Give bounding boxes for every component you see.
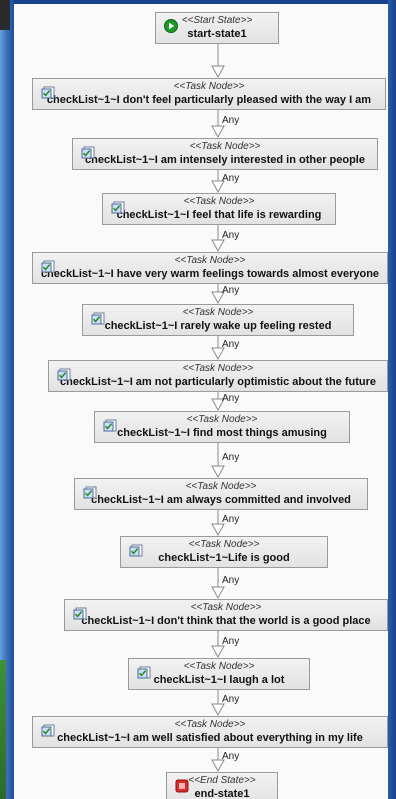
task-stereotype: <<Task Node>> [188,539,260,550]
task-checklist-icon [103,419,117,432]
task-node[interactable]: <<Task Node>> checkList~1~I have very war… [32,252,388,284]
task-node-name: checkList~1~I am always committed and in… [91,494,351,506]
transition-label: Any [222,575,240,586]
task-node-name: checkList~1~I don't think that the world… [81,615,371,627]
task-node-name: checkList~1~I am not particularly optimi… [59,376,376,388]
task-node[interactable]: <<Task Node>> checkList~1~Life is good [120,536,328,568]
task-stereotype: <<Task Node>> [182,307,254,318]
diagram-canvas[interactable]: <<Start State>> start-state1 <<Task Node… [14,4,388,799]
task-node-name: checkList~1~I find most things amusing [117,427,327,439]
task-checklist-icon [137,666,151,679]
task-stereotype: <<Task Node>> [182,363,254,374]
task-node[interactable]: <<Task Node>> checkList~1~I don't feel pa… [32,78,386,110]
transition-label: Any [222,393,240,404]
transition-arrowhead [211,465,225,479]
task-node-name: checkList~1~I am intensely interested in… [85,154,365,166]
transition-arrowhead [211,586,225,600]
task-checklist-icon [81,146,95,159]
task-stereotype: <<Task Node>> [183,661,255,672]
end-stop-icon [175,779,189,793]
transition-arrowhead [211,125,225,139]
task-checklist-icon [129,544,143,557]
transition-label: Any [222,285,240,296]
task-node-name: checkList~1~I don't feel particularly pl… [46,94,372,106]
transition-label: Any [222,173,240,184]
task-checklist-icon [73,607,87,620]
task-node-name: checkList~1~Life is good [158,552,290,564]
task-checklist-icon [111,201,125,214]
task-stereotype: <<Task Node>> [173,81,245,92]
task-checklist-icon [41,260,55,273]
window-frame-right [388,0,396,799]
transition-label: Any [222,751,240,762]
transition-arrowhead [211,65,225,79]
task-node[interactable]: <<Task Node>> checkList~1~I feel that lif… [102,193,336,225]
task-node[interactable]: <<Task Node>> checkList~1~I am always com… [74,478,368,510]
task-node[interactable]: <<Task Node>> checkList~1~I am intensely … [72,138,378,170]
transition-label: Any [222,339,240,350]
frame-green-strip [0,660,6,799]
task-node-name: checkList~1~I have very warm feelings to… [40,268,380,280]
task-checklist-icon [83,486,97,499]
task-stereotype: <<Task Node>> [183,196,255,207]
end-state-node[interactable]: <<End State>> end-state1 [166,772,278,799]
frame-dark-corner [0,0,10,30]
task-node[interactable]: <<Task Node>> checkList~1~I rarely wake u… [82,304,354,336]
task-node[interactable]: <<Task Node>> checkList~1~I find most thi… [94,411,350,443]
task-stereotype: <<Task Node>> [174,719,246,730]
transition-label: Any [222,636,240,647]
transition-label: Any [222,230,240,241]
task-stereotype: <<Task Node>> [189,141,261,152]
task-stereotype: <<Task Node>> [186,414,258,425]
transition-label: Any [222,694,240,705]
task-stereotype: <<Task Node>> [190,602,262,613]
transition-label: Any [222,452,240,463]
task-node[interactable]: <<Task Node>> checkList~1~I am well satis… [32,716,388,748]
start-state-node[interactable]: <<Start State>> start-state1 [155,12,279,44]
task-checklist-icon [41,724,55,737]
task-node-name: checkList~1~I feel that life is rewardin… [116,209,322,221]
task-node-name: checkList~1~I am well satisfied about ev… [57,732,363,744]
task-node[interactable]: <<Task Node>> checkList~1~I am not partic… [48,360,388,392]
task-checklist-icon [57,368,71,381]
task-checklist-icon [41,86,55,99]
window-frame-left [0,0,14,799]
task-node-name: checkList~1~I rarely wake up feeling res… [104,320,332,332]
task-stereotype: <<Task Node>> [174,255,246,266]
task-stereotype: <<Task Node>> [185,481,257,492]
transition-label: Any [222,115,240,126]
task-checklist-icon [91,312,105,325]
task-node[interactable]: <<Task Node>> checkList~1~I laugh a lot [128,658,310,690]
task-node[interactable]: <<Task Node>> checkList~1~I don't think t… [64,599,388,631]
task-node-name: checkList~1~I laugh a lot [153,674,285,686]
start-play-icon [164,19,178,33]
transition-label: Any [222,514,240,525]
